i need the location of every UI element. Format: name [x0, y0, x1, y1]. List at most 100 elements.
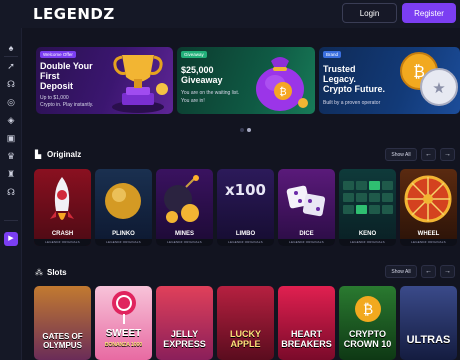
svg-text:★: ★ — [432, 79, 445, 97]
game-name: LIMBO — [235, 231, 256, 237]
slot-title-line: ULTRAS — [406, 334, 451, 346]
game-card-crash[interactable]: CRASH LEGENDZ ORIGINALS — [34, 169, 91, 246]
slot-card-heart-breakers[interactable]: HEART BREAKERS — [278, 286, 335, 360]
banner-tag: Welcome Offer — [40, 51, 76, 58]
slot-title-line: EXPRESS — [163, 339, 206, 349]
support-icon[interactable]: ☊ — [4, 186, 18, 198]
game-card-plinko[interactable]: PLINKO LEGENDZ ORIGINALS — [95, 169, 152, 246]
banner-subtitle: You are on the waiting list. — [181, 90, 240, 96]
limbo-multiplier-art: x100 — [225, 181, 266, 199]
slot-title-line: GATES OF — [42, 332, 83, 341]
slot-title-line: APPLE — [230, 339, 261, 349]
banner-tag: Giveaway — [181, 51, 207, 58]
game-name: WHEEL — [417, 231, 440, 237]
game-provider: LEGENDZ ORIGINALS — [217, 239, 274, 246]
slot-card-sweet-bonanza[interactable]: SWEET BONANZA 1000 — [95, 286, 152, 360]
promo-banner-brand[interactable]: Brand Trusted Legacy. Crypto Future. Bui… — [319, 47, 460, 114]
game-provider: LEGENDZ ORIGINALS — [339, 239, 396, 246]
game-card-dice[interactable]: DICE LEGENDZ ORIGINALS — [278, 169, 335, 246]
banner-title-line: Deposit — [40, 81, 74, 91]
section-title-originals: Originalz — [47, 150, 82, 159]
game-provider: LEGENDZ ORIGINALS — [278, 239, 335, 246]
slot-title-line: CROWN 10 — [343, 339, 392, 349]
section-title-slots: Slots — [47, 268, 67, 277]
money-bag-icon: ₿ — [256, 57, 308, 111]
slot-card-jelly-express[interactable]: JELLY EXPRESS — [156, 286, 213, 360]
banner-title-line: Trusted — [323, 64, 356, 74]
rocket-icon[interactable]: ➚ — [4, 60, 18, 72]
game-card-limbo[interactable]: x100 LIMBO LEGENDZ ORIGINALS — [217, 169, 274, 246]
game-card-keno[interactable]: KENO LEGENDZ ORIGINALS — [339, 169, 396, 246]
dice-icon — [286, 185, 326, 217]
svg-text:₿: ₿ — [363, 302, 373, 318]
crown-icon[interactable]: ♛ — [4, 150, 18, 162]
slot-card-gates-of-olympus[interactable]: GATES OF OLYMPUS — [34, 286, 91, 360]
promo-banner-welcome[interactable]: Welcome Offer Double Your First Deposit … — [36, 47, 173, 114]
play-icon[interactable]: ▶ — [4, 232, 18, 246]
banner-subtitle: Built by a proven operator — [323, 100, 381, 106]
banner-title-line: Giveaway — [181, 75, 223, 85]
rocket-icon — [50, 177, 74, 220]
game-provider: LEGENDZ ORIGINALS — [95, 239, 152, 246]
trophy-icon[interactable]: ♜ — [4, 168, 18, 180]
show-all-slots-button[interactable]: Show All — [385, 265, 417, 278]
logo[interactable]: LEGENDZ — [33, 5, 115, 23]
game-name: KENO — [358, 231, 377, 237]
plinko-ball-icon — [105, 183, 141, 219]
slot-title-line: CRYPTO — [348, 329, 386, 339]
slot-title-line: HEART — [291, 329, 322, 339]
banner-title-line: First — [40, 71, 60, 81]
carousel-dot[interactable] — [240, 128, 244, 132]
carousel-dot-active[interactable] — [247, 128, 251, 132]
slot-title-line: SWEET — [105, 328, 142, 339]
keno-grid-icon — [343, 181, 393, 214]
originals-prev-button[interactable]: ← — [421, 148, 436, 161]
slots-prev-button[interactable]: ← — [421, 265, 436, 278]
slot-title-line: BREAKERS — [281, 339, 332, 349]
game-card-wheel[interactable]: WHEEL LEGENDZ ORIGINALS — [400, 169, 457, 246]
slots-icon: ⁂ — [35, 268, 43, 277]
banner-tag: Brand — [323, 51, 342, 58]
banner-subtitle: You are in! — [181, 98, 205, 104]
register-button[interactable]: Register — [402, 3, 456, 23]
sidebar-divider — [4, 56, 18, 57]
banner-subtitle: Up to $1,000 — [40, 95, 69, 101]
gift-icon[interactable]: ▣ — [4, 132, 18, 144]
slot-card-crypto-crown[interactable]: ₿ CRYPTO CROWN 10 — [339, 286, 396, 360]
show-all-originals-button[interactable]: Show All — [385, 148, 417, 161]
sidebar-divider — [4, 220, 18, 221]
lollipop-icon — [112, 291, 136, 324]
chip-icon[interactable]: ◎ — [4, 96, 18, 108]
slot-title-line: JELLY — [170, 329, 199, 339]
bomb-icon — [164, 175, 199, 223]
game-name: DICE — [299, 231, 314, 237]
crypto-coins-icon: ₿ ★ — [400, 52, 458, 106]
game-provider: LEGENDZ ORIGINALS — [156, 239, 213, 246]
carousel-dots — [240, 128, 251, 132]
game-provider: LEGENDZ ORIGINALS — [400, 239, 457, 246]
promo-banner-giveaway[interactable]: Giveaway $25,000 Giveaway You are on the… — [177, 47, 315, 114]
slot-title-line: LUCKY — [230, 329, 261, 339]
top-header: LEGENDZ Login Register — [0, 0, 460, 28]
slot-title-line: OLYMPUS — [43, 341, 82, 350]
game-name: CRASH — [51, 231, 74, 237]
login-button[interactable]: Login — [342, 3, 397, 23]
banner-title-line: Crypto Future. — [323, 84, 385, 94]
headset-icon[interactable]: ☊ — [4, 78, 18, 90]
game-provider: LEGENDZ ORIGINALS — [34, 239, 91, 246]
banner-title-line: Legacy. — [323, 74, 356, 84]
game-card-mines[interactable]: MINES LEGENDZ ORIGINALS — [156, 169, 213, 246]
trophy-icon — [112, 55, 168, 113]
banner-title-line: $25,000 — [181, 65, 214, 75]
game-name: MINES — [174, 231, 194, 237]
originals-next-button[interactable]: → — [440, 148, 455, 161]
slots-next-button[interactable]: → — [440, 265, 455, 278]
slot-card-lucky-apple[interactable]: LUCKY APPLE — [217, 286, 274, 360]
bitcoin-icon: ₿ — [355, 296, 381, 322]
banner-subtitle: Crypto in. Play instantly. — [40, 102, 94, 108]
spade-icon[interactable]: ♠ — [4, 42, 18, 54]
sidebar: ♠ ➚ ☊ ◎ ◈ ▣ ♛ ♜ ☊ ▶ — [0, 28, 22, 360]
slot-card-ultras[interactable]: ULTRAS — [400, 286, 457, 360]
originals-icon: ▙ — [35, 150, 42, 159]
tag-icon[interactable]: ◈ — [4, 114, 18, 126]
